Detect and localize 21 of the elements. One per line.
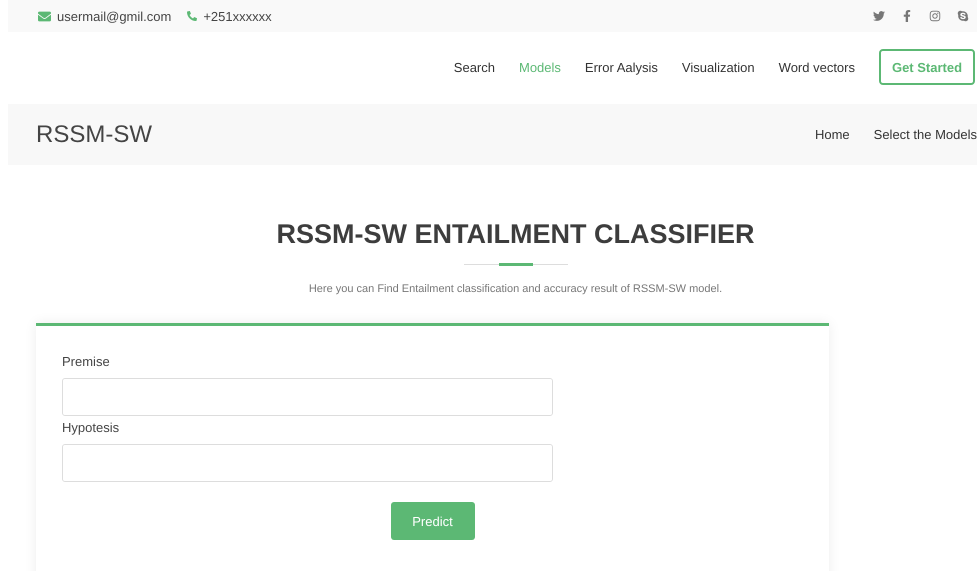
breadcrumb-link[interactable]: Home [814, 127, 850, 142]
field-label: Hypotesis [62, 420, 120, 435]
field-label: Premise [62, 354, 111, 369]
page-title: RSSM-SW [36, 120, 152, 148]
nav-link[interactable]: Word vectors [778, 60, 855, 74]
skype-icon[interactable] [957, 10, 969, 22]
nav-link[interactable]: Visualization [682, 60, 755, 74]
phone-icon [187, 11, 198, 21]
email-text: usermail@gmil.com [57, 8, 172, 24]
nav-link[interactable]: Search [454, 60, 495, 74]
phone-text: +251xxxxxx [203, 8, 272, 24]
facebook-icon[interactable] [901, 10, 913, 22]
nav-link[interactable]: Error Aalysis [584, 60, 658, 74]
twitter-icon[interactable] [873, 10, 885, 22]
section-heading: RSSM-SW ENTAILMENT CLASSIFIER [276, 219, 754, 250]
input-field[interactable] [62, 444, 553, 482]
section-subtitle: Here you can Find Entailment classification and accuracy result of RSSM-SW model. [308, 283, 722, 295]
mail-icon [38, 10, 51, 22]
breadcrumb-link[interactable]: Select the Models [874, 127, 977, 142]
input-field[interactable] [62, 378, 553, 416]
instagram-icon[interactable] [929, 10, 941, 22]
